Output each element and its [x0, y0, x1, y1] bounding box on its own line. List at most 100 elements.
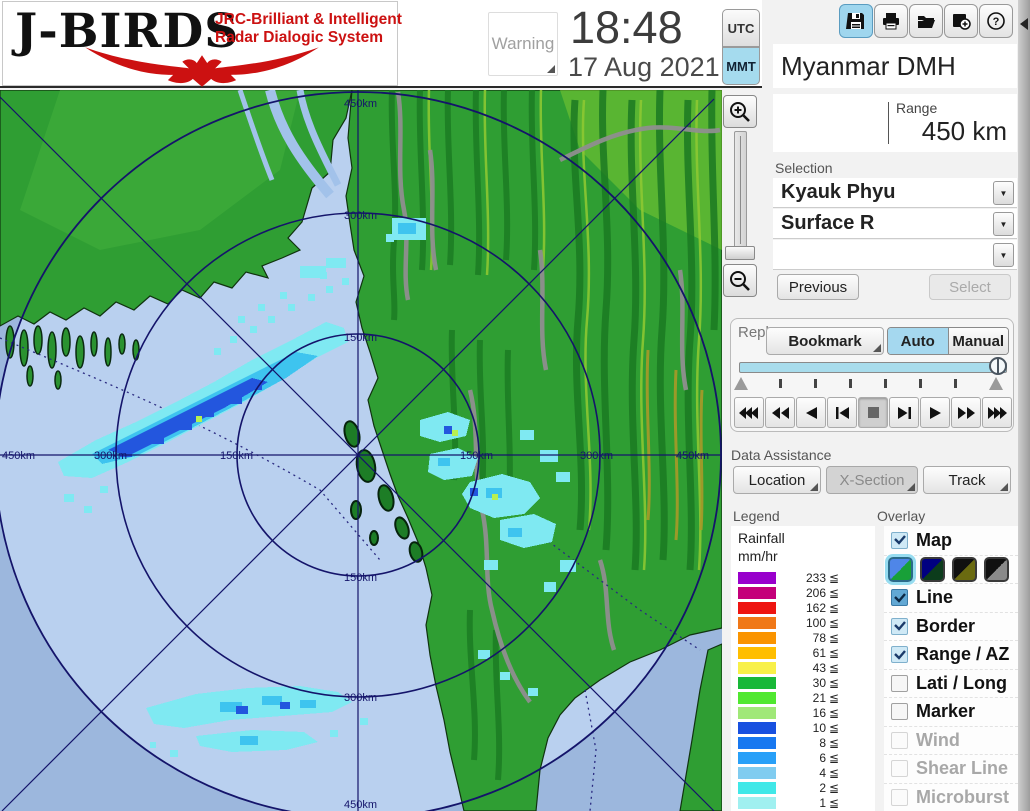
- map-zoom-slider-track[interactable]: [734, 131, 747, 249]
- chevron-down-icon: ▼: [999, 219, 1008, 229]
- save-button[interactable]: [839, 4, 873, 38]
- timeline-tick: [779, 379, 782, 388]
- collapse-panel-arrow-icon[interactable]: [1020, 18, 1028, 30]
- map-zoom-out-button[interactable]: [723, 264, 757, 297]
- add-image-icon: [953, 14, 971, 30]
- timeline-tick: [954, 379, 957, 388]
- legend-row: 78 ≦: [731, 630, 875, 645]
- playback-stop-button[interactable]: [858, 397, 888, 428]
- clock-time: 18:48: [570, 2, 683, 53]
- timezone-mmt-button[interactable]: MMT: [722, 47, 760, 85]
- map-style-swatch-3[interactable]: [952, 556, 977, 582]
- overlay-item-border[interactable]: Border: [884, 611, 1018, 641]
- svg-text:450km: 450km: [344, 98, 377, 110]
- play-reverse-icon: [805, 406, 817, 419]
- jbirds-app: J-BIRDS JRC-Brilliant & Intelligent Rada…: [0, 0, 1030, 811]
- print-button[interactable]: [874, 4, 908, 38]
- legend-value: 2: [819, 780, 826, 795]
- overlay-item-shear-line: Shear Line: [884, 754, 1018, 783]
- playback-step-back-button[interactable]: [827, 397, 857, 428]
- dropdown-arrow-button[interactable]: ▼: [993, 212, 1014, 236]
- legend-value: 4: [819, 765, 826, 780]
- legend-swatch: [738, 676, 776, 689]
- line-checkbox[interactable]: [891, 589, 908, 607]
- legend-row: 162 ≦: [731, 600, 875, 615]
- previous-label: Previous: [788, 278, 848, 296]
- legend-row: 6 ≦: [731, 750, 875, 765]
- timeline-start-marker[interactable]: [734, 377, 748, 390]
- marker-checkbox[interactable]: [891, 703, 908, 721]
- warning-button[interactable]: Warning: [488, 12, 558, 76]
- selection-product-dropdown[interactable]: Surface R ▼: [773, 209, 1017, 239]
- legend-value: 206: [805, 585, 826, 600]
- svg-text:450km: 450km: [344, 799, 377, 811]
- overlay-item-label: Shear Line: [916, 758, 1009, 779]
- map-style-swatch-1[interactable]: [888, 556, 913, 582]
- svg-text:?: ?: [993, 16, 1000, 28]
- overlay-item-range-az[interactable]: Range / AZ: [884, 640, 1018, 669]
- map-zoom-in-button[interactable]: [723, 95, 757, 128]
- select-button[interactable]: Select: [929, 274, 1011, 300]
- overlay-item-label: Wind: [916, 729, 960, 750]
- playback-fastest-forward-button[interactable]: [982, 397, 1012, 428]
- replay-timeline-handle[interactable]: [989, 357, 1007, 375]
- playback-fastest-rewind-button[interactable]: [734, 397, 764, 428]
- station-name: Myanmar DMH: [781, 51, 956, 81]
- utc-label: UTC: [727, 20, 755, 36]
- overlay-item-label: Microburst: [916, 786, 1010, 807]
- panel-edge-strip[interactable]: [1018, 0, 1030, 811]
- legend-suffix: ≦: [829, 600, 840, 615]
- bookmark-button[interactable]: Bookmark: [766, 327, 884, 355]
- open-folder-icon: [918, 16, 935, 28]
- previous-button[interactable]: Previous: [777, 274, 859, 300]
- eagle-logo-icon: [85, 47, 319, 87]
- legend-suffix: ≦: [829, 615, 840, 630]
- dropdown-arrow-button[interactable]: ▼: [993, 243, 1014, 267]
- range-divider: [888, 102, 889, 144]
- map-checkbox[interactable]: [891, 531, 908, 549]
- playback-play-reverse-button[interactable]: [796, 397, 826, 428]
- auto-mode-button[interactable]: Auto: [888, 328, 949, 354]
- overlay-item-marker[interactable]: Marker: [884, 697, 1018, 726]
- map-zoom-slider-handle[interactable]: [725, 246, 755, 260]
- legend-suffix: ≦: [829, 705, 840, 720]
- map-style-swatch-2[interactable]: [920, 556, 945, 582]
- legend-row: 16 ≦: [731, 705, 875, 720]
- map-style-swatch-4[interactable]: [984, 556, 1009, 582]
- legend-suffix: ≦: [829, 645, 840, 660]
- overlay-item-lati-long[interactable]: Lati / Long: [884, 668, 1018, 698]
- auto-label: Auto: [900, 332, 935, 350]
- legend-value: 8: [819, 735, 826, 750]
- overlay-item-label: Range / AZ: [916, 644, 1010, 665]
- dropdown-arrow-button[interactable]: ▼: [993, 181, 1014, 205]
- playback-step-forward-button[interactable]: [889, 397, 919, 428]
- selection-site-dropdown[interactable]: Kyauk Phyu ▼: [773, 178, 1017, 208]
- manual-mode-button[interactable]: Manual: [948, 328, 1008, 354]
- x-section-button[interactable]: X-Section: [826, 466, 918, 494]
- overlay-item-map[interactable]: Map: [884, 526, 1018, 555]
- timeline-end-marker[interactable]: [989, 377, 1003, 390]
- playback-fast-forward-button[interactable]: [951, 397, 981, 428]
- open-folder-button[interactable]: [909, 4, 943, 38]
- legend-value: 43: [812, 660, 826, 675]
- selection-extra-dropdown[interactable]: ▼: [773, 240, 1017, 270]
- check-icon: [893, 592, 906, 603]
- overlay-item-line[interactable]: Line: [884, 583, 1018, 612]
- legend-swatch: [738, 601, 776, 614]
- add-image-button[interactable]: [944, 4, 978, 38]
- location-button[interactable]: Location: [733, 466, 821, 494]
- legend-swatch: [738, 736, 776, 749]
- range-az-checkbox[interactable]: [891, 646, 908, 664]
- legend-row: 30 ≦: [731, 675, 875, 690]
- replay-panel: Replay Bookmark Auto Manual: [730, 318, 1014, 432]
- timezone-utc-button[interactable]: UTC: [722, 9, 760, 47]
- playback-fast-rewind-button[interactable]: [765, 397, 795, 428]
- logo: J-BIRDS JRC-Brilliant & Intelligent Rada…: [2, 1, 402, 87]
- lati-long-checkbox[interactable]: [891, 674, 908, 692]
- replay-timeline-track[interactable]: [739, 362, 1007, 373]
- border-checkbox[interactable]: [891, 617, 908, 635]
- track-button[interactable]: Track: [923, 466, 1011, 494]
- playback-play-button[interactable]: [920, 397, 950, 428]
- radar-map[interactable]: 450km 300km 150km 150km 300km 450km 450k…: [0, 90, 722, 811]
- help-button[interactable]: ?: [979, 4, 1013, 38]
